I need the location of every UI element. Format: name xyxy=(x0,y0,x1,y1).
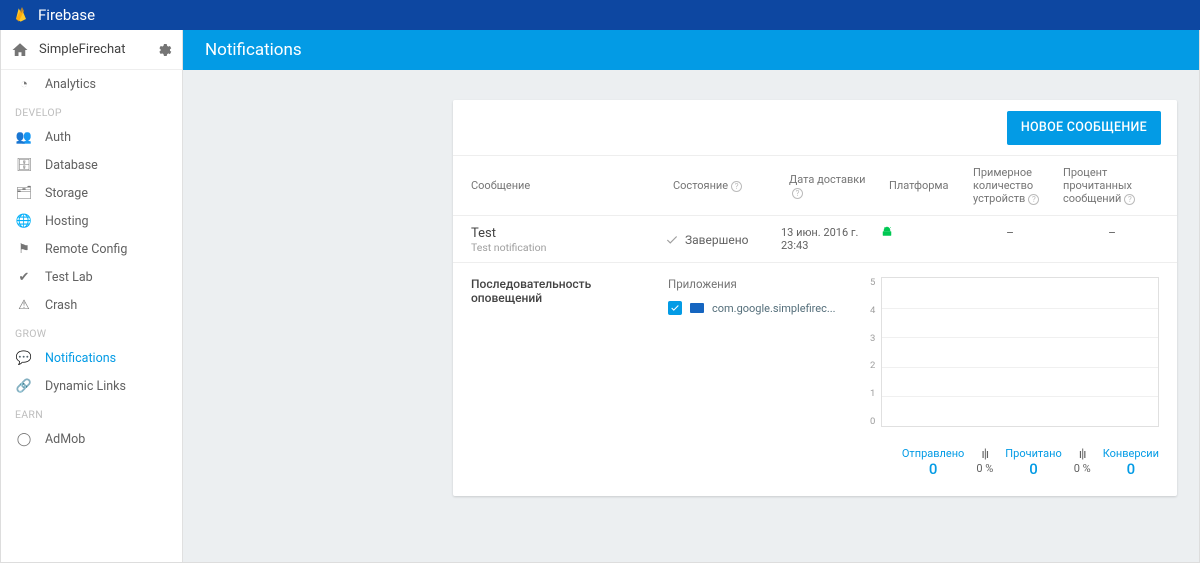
help-icon[interactable]: ? xyxy=(792,188,803,199)
stat-sent: Отправлено 0 xyxy=(902,447,964,478)
sidebar-item-database[interactable]: 🗄 Database xyxy=(1,151,182,179)
sidebar-item-test-lab[interactable]: ✔ Test Lab xyxy=(1,263,182,291)
check-icon xyxy=(665,233,679,247)
sidebar-item-hosting[interactable]: 🌐 Hosting xyxy=(1,207,182,235)
content-area: НОВОЕ СООБЩЕНИЕ Сообщение Состояние? Дат… xyxy=(183,70,1199,562)
date-line1: 13 июн. 2016 г. xyxy=(781,226,881,239)
conv-rate-1: ı|ı 0 % xyxy=(976,447,993,478)
remote-config-icon: ⚑ xyxy=(15,242,33,257)
app-item[interactable]: com.google.simplefirec... xyxy=(668,301,848,315)
sidebar-item-label: Hosting xyxy=(45,214,89,229)
sidebar-item-crash[interactable]: ⚠ Crash xyxy=(1,291,182,319)
sidebar-item-storage[interactable]: 🗂 Storage xyxy=(1,179,182,207)
funnel-icon: ı|ı xyxy=(1074,447,1091,462)
nav-group-grow: GROW xyxy=(1,319,182,344)
table-row[interactable]: Test Test notification Завершено 13 июн.… xyxy=(453,216,1177,263)
crash-icon: ⚠ xyxy=(15,298,33,313)
new-message-button[interactable]: НОВОЕ СООБЩЕНИЕ xyxy=(1007,111,1161,145)
main: Notifications НОВОЕ СООБЩЕНИЕ Сообщение … xyxy=(183,30,1199,562)
sidebar-item-label: Crash xyxy=(45,298,77,313)
sidebar-item-label: Database xyxy=(45,158,98,173)
android-icon xyxy=(690,303,704,313)
home-icon xyxy=(11,41,29,59)
col-message: Сообщение xyxy=(453,156,665,216)
auth-icon: 👥 xyxy=(15,130,33,145)
help-icon[interactable]: ? xyxy=(1028,194,1039,205)
col-delivery: Дата доставки? xyxy=(781,156,881,216)
row-detail: Последовательность оповещений Приложения… xyxy=(453,263,1177,435)
sidebar-item-remote-config[interactable]: ⚑ Remote Config xyxy=(1,235,182,263)
project-selector[interactable]: SimpleFirechat xyxy=(1,30,182,70)
sidebar-item-admob[interactable]: ◯ AdMob xyxy=(1,425,182,453)
stats-row: Отправлено 0 ı|ı 0 % Прочитано 0 ı|ı 0 % xyxy=(453,435,1177,496)
sidebar-item-label: Dynamic Links xyxy=(45,379,126,394)
notifications-icon: 💬 xyxy=(15,351,33,366)
message-title: Test xyxy=(471,226,665,241)
app-id: com.google.simplefirec... xyxy=(712,302,836,315)
col-platform: Платформа xyxy=(881,156,965,216)
brand-name: Firebase xyxy=(38,6,95,24)
col-devices: Примерное количество устройств? xyxy=(965,156,1055,216)
sidebar-item-label: Auth xyxy=(45,130,71,145)
admob-icon: ◯ xyxy=(15,432,33,447)
hosting-icon: 🌐 xyxy=(15,214,33,229)
sidebar-item-auth[interactable]: 👥 Auth xyxy=(1,123,182,151)
status-text: Завершено xyxy=(685,233,748,247)
top-bar: Firebase xyxy=(0,0,1200,30)
chart-y-axis: 5 4 3 2 1 0 xyxy=(870,277,881,427)
storage-icon: 🗂 xyxy=(15,186,33,201)
checkbox-icon[interactable] xyxy=(668,301,682,315)
notifications-card: НОВОЕ СООБЩЕНИЕ Сообщение Состояние? Дат… xyxy=(453,100,1177,496)
sidebar-item-label: AdMob xyxy=(45,432,85,447)
message-subtitle: Test notification xyxy=(471,241,665,254)
chart-container: 5 4 3 2 1 0 xyxy=(870,277,1159,427)
chart-plot xyxy=(881,277,1159,427)
funnel-icon: ı|ı xyxy=(976,447,993,462)
col-readpct: Процент прочитанных сообщений? xyxy=(1055,156,1177,216)
table-header: Сообщение Состояние? Дата доставки? Плат… xyxy=(453,156,1177,216)
sidebar: SimpleFirechat ◔ Analytics DEVELOP 👥 Auth… xyxy=(1,30,183,562)
stat-conv: Конверсии 0 xyxy=(1103,447,1159,478)
nav-group-earn: EARN xyxy=(1,400,182,425)
conv-rate-2: ı|ı 0 % xyxy=(1074,447,1091,478)
help-icon[interactable]: ? xyxy=(731,181,742,192)
sidebar-item-label: Remote Config xyxy=(45,242,127,257)
date-line2: 23:43 xyxy=(781,239,881,252)
readpct-value: – xyxy=(1055,226,1169,254)
col-status: Состояние? xyxy=(665,156,781,216)
sidebar-item-label: Test Lab xyxy=(45,270,93,285)
sequence-label: Последовательность оповещений xyxy=(471,277,646,427)
nav-group-develop: DEVELOP xyxy=(1,98,182,123)
gear-icon[interactable] xyxy=(156,42,172,58)
help-icon[interactable]: ? xyxy=(1124,194,1135,205)
devices-value: – xyxy=(965,226,1055,254)
sidebar-item-notifications[interactable]: 💬 Notifications xyxy=(1,344,182,372)
sidebar-item-label: Analytics xyxy=(45,77,96,92)
card-toolbar: НОВОЕ СООБЩЕНИЕ xyxy=(453,100,1177,156)
testlab-icon: ✔ xyxy=(15,270,33,285)
sidebar-item-label: Storage xyxy=(45,186,88,201)
sidebar-item-dynamic-links[interactable]: 🔗 Dynamic Links xyxy=(1,372,182,400)
sidebar-item-analytics[interactable]: ◔ Analytics xyxy=(1,70,182,98)
apps-label: Приложения xyxy=(668,277,848,291)
page-header: Notifications xyxy=(183,30,1199,70)
database-icon: 🗄 xyxy=(15,158,33,173)
stat-read: Прочитано 0 xyxy=(1005,447,1061,478)
page-title: Notifications xyxy=(205,40,302,60)
dynamic-links-icon: 🔗 xyxy=(15,379,33,394)
project-name: SimpleFirechat xyxy=(39,42,156,57)
analytics-icon: ◔ xyxy=(15,76,33,92)
firebase-logo-icon xyxy=(14,7,30,23)
sidebar-item-label: Notifications xyxy=(45,351,116,366)
android-icon xyxy=(881,226,893,238)
